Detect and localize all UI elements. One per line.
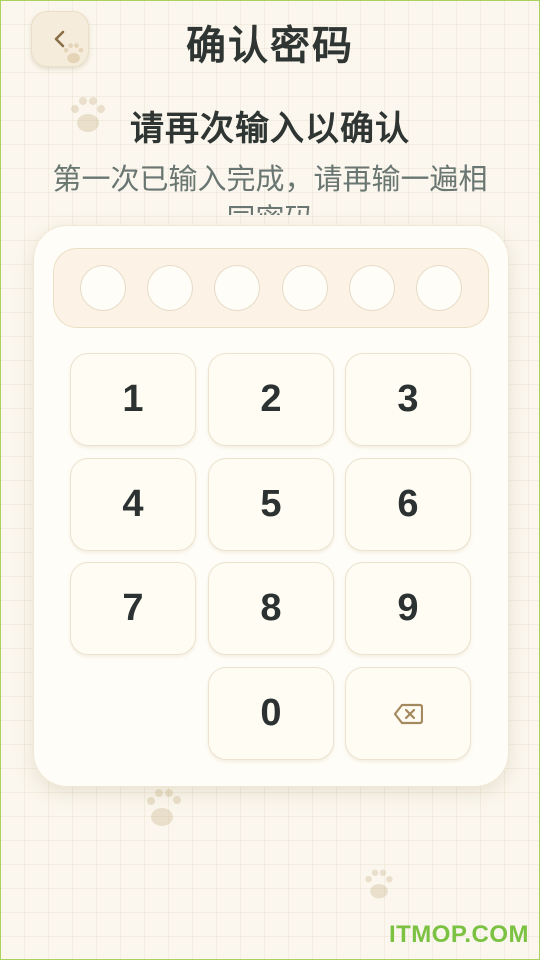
key-8[interactable]: 8: [208, 562, 334, 655]
pin-card: 1 2 3 4 5 6 7 8 9 0: [33, 225, 509, 787]
delete-button[interactable]: [345, 667, 471, 760]
page-title: 确认密码: [186, 23, 354, 69]
paw-print-icon: [147, 789, 181, 826]
pin-dot: [416, 265, 463, 311]
key-1[interactable]: 1: [70, 353, 196, 446]
key-0[interactable]: 0: [208, 667, 334, 760]
key-4[interactable]: 4: [70, 458, 196, 551]
paw-print-icon: [365, 869, 393, 899]
prompt-description-tail: 同密码: [1, 199, 539, 215]
pin-dot: [281, 265, 328, 311]
key-3[interactable]: 3: [345, 353, 471, 446]
key-5[interactable]: 5: [208, 458, 334, 551]
pin-dot: [146, 265, 193, 311]
pin-dot: [348, 265, 395, 311]
pin-dot: [79, 265, 126, 311]
key-7[interactable]: 7: [70, 562, 196, 655]
watermark: ITMOP.COM: [388, 921, 529, 948]
pin-display: [53, 248, 489, 328]
key-2[interactable]: 2: [208, 353, 334, 446]
key-9[interactable]: 9: [345, 562, 471, 655]
backspace-icon: [393, 703, 423, 724]
prompt-subtitle: 请再次输入以确认: [130, 109, 410, 149]
key-6[interactable]: 6: [345, 458, 471, 551]
pin-dot: [214, 265, 261, 311]
